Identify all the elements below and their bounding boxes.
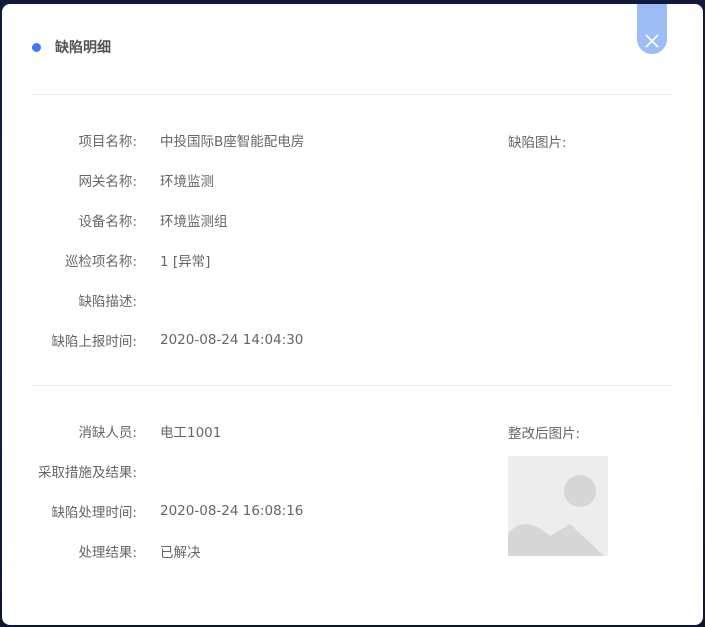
field-value: 1 [异常] bbox=[160, 254, 211, 270]
field-label: 巡检项名称: bbox=[64, 254, 137, 270]
field-label: 项目名称: bbox=[78, 134, 137, 150]
field-value: 中投国际B座智能配电房 bbox=[160, 134, 305, 150]
divider-top bbox=[32, 94, 673, 95]
field-device-name: 设备名称: 环境监测组 bbox=[2, 210, 228, 230]
dialog-header: 缺陷明细 bbox=[32, 32, 111, 62]
field-defect-description: 缺陷描述: bbox=[2, 290, 160, 310]
field-value: 环境监测 bbox=[160, 174, 214, 190]
field-value: 电工1001 bbox=[160, 425, 222, 441]
field-label: 采取措施及结果: bbox=[37, 465, 137, 481]
field-label: 网关名称: bbox=[78, 174, 137, 190]
field-gateway-name: 网关名称: 环境监测 bbox=[2, 170, 214, 190]
field-handler: 消缺人员: 电工1001 bbox=[2, 421, 221, 441]
field-label: 处理结果: bbox=[78, 545, 137, 561]
defect-detail-dialog: 缺陷明细 项目名称: 中投国际B座智能配电房 网关名称: 环境监测 设备名称: … bbox=[2, 4, 703, 625]
field-value: 2020-08-24 16:08:16 bbox=[160, 503, 304, 519]
defect-image-label: 缺陷图片: bbox=[508, 135, 567, 151]
field-value: 2020-08-24 14:04:30 bbox=[160, 332, 304, 348]
field-label: 设备名称: bbox=[78, 214, 137, 230]
field-label: 消缺人员: bbox=[78, 425, 137, 441]
field-handle-time: 缺陷处理时间: 2020-08-24 16:08:16 bbox=[2, 501, 303, 521]
field-report-time: 缺陷上报时间: 2020-08-24 14:04:30 bbox=[2, 330, 303, 350]
field-label: 缺陷处理时间: bbox=[51, 505, 137, 521]
field-label: 缺陷描述: bbox=[78, 294, 137, 310]
divider-middle bbox=[32, 385, 673, 386]
field-value: 环境监测组 bbox=[160, 214, 228, 230]
field-project-name: 项目名称: 中投国际B座智能配电房 bbox=[2, 130, 304, 150]
close-icon bbox=[645, 34, 659, 48]
title-dot-icon bbox=[32, 42, 41, 52]
field-measures: 采取措施及结果: bbox=[2, 461, 160, 481]
rectified-image-label: 整改后图片: bbox=[508, 426, 581, 442]
close-button[interactable] bbox=[637, 4, 667, 54]
dialog-title: 缺陷明细 bbox=[55, 40, 111, 56]
image-placeholder-icon bbox=[508, 456, 608, 556]
field-label: 缺陷上报时间: bbox=[51, 334, 137, 350]
rectified-image[interactable] bbox=[508, 456, 608, 556]
field-handle-result: 处理结果: 已解决 bbox=[2, 541, 201, 561]
field-value: 已解决 bbox=[160, 545, 201, 561]
field-inspection-item: 巡检项名称: 1 [异常] bbox=[2, 250, 210, 270]
